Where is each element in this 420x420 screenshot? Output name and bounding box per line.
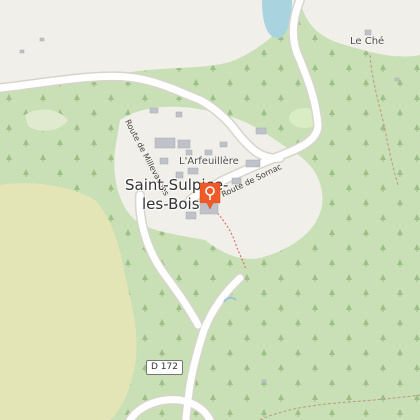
map-view[interactable]: Route de Millevaches Route de Sornac D 1… [0, 0, 420, 420]
label-larfeuillere: L'Arfeuillère [179, 156, 239, 167]
label-village-line2: les-Bois [142, 195, 200, 213]
road-shield-d172: D 172 [146, 360, 183, 375]
label-le-che: Le Ché [350, 36, 385, 47]
map-pin-icon[interactable] [197, 180, 223, 212]
